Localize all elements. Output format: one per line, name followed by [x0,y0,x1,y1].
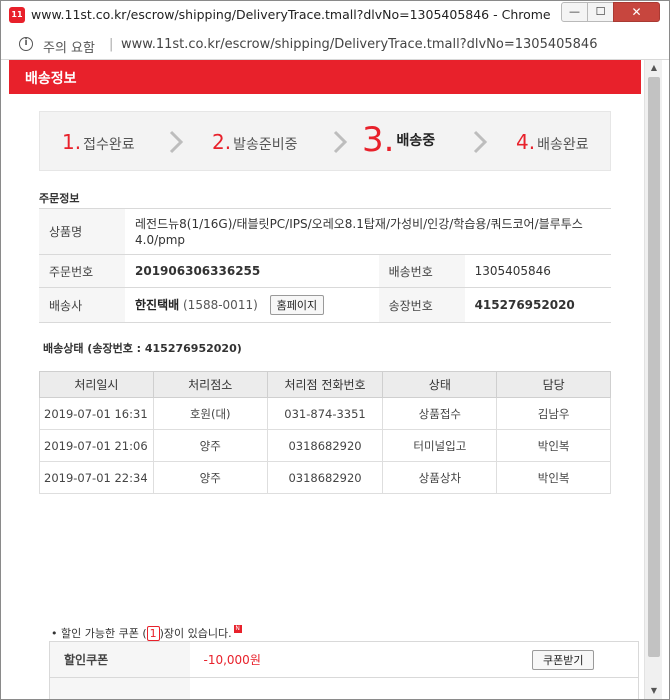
order-no-value: 201906306336255 [125,254,379,288]
step-number: 1. [62,130,82,154]
table-cell: 031-874-3351 [266,397,384,430]
maximize-button[interactable]: ☐ [587,2,614,22]
table-cell: 호원(대) [152,397,268,430]
page-content: 배송정보 1. 접수완료 2. 발송준비중 3. 배송중 4. 배송완료 주문정보 상품… [9,60,641,699]
table-row: 2019-07-01 21:06 양주 0318682920 터미널입고 박인복 [39,429,611,462]
product-value: 레전드뉴8(1/16G)/태블릿PC/IPS/오레오8.1탑재/가성비/인강/학… [125,208,611,255]
step-label: 배송중 [396,133,436,149]
step-number: 3. [362,120,395,160]
get-coupon-button[interactable]: 쿠폰받기 [532,649,595,670]
table-cell: 김남우 [496,397,611,430]
table-cell: 2019-07-01 16:31 [39,397,154,430]
step-label: 발송준비중 [233,137,298,153]
table-cell [189,677,489,699]
coupon-note-prefix: • 할인 가능한 쿠폰 ( [51,627,147,640]
table-row: 할인쿠폰 -10,000원 쿠폰받기 [49,641,639,678]
table-cell [488,677,639,699]
step-delivered: 4. 배송완료 [516,130,589,190]
order-info-table: 상품명 레전드뉴8(1/16G)/태블릿PC/IPS/오레오8.1탑재/가성비/… [39,208,611,323]
carrier-label: 배송사 [39,287,125,323]
table-cell: 0318682920 [266,429,384,462]
scroll-up-icon[interactable]: ▲ [645,60,663,76]
table-cell: 2019-07-01 22:34 [39,461,154,494]
table-row: 2019-07-01 16:31 호원(대) 031-874-3351 상품접수… [39,397,611,430]
header-bar: 배송정보 [9,60,641,94]
coupon-note-suffix: )장이 있습니다. [159,627,232,640]
table-cell: 2019-07-01 21:06 [39,429,154,462]
step-number: 4. [516,130,536,154]
title-bar: 11 www.11st.co.kr/escrow/shipping/Delive… [1,1,669,30]
scroll-down-icon[interactable]: ▼ [645,683,663,699]
minimize-button[interactable]: — [561,2,588,22]
coupon-label: 할인쿠폰 [49,641,190,678]
table-row: 배송사 한진택배 (1588-0011) 홈페이지 송장번호 415276952… [39,287,611,323]
table-cell: 양주 [152,429,268,462]
carrier-cell: 한진택배 (1588-0011) 홈페이지 [125,287,379,323]
invoice-label: 송장번호 [378,287,465,323]
info-icon[interactable]: i [19,37,33,51]
chevron-right-icon [169,130,184,154]
table-row: 주문번호 201906306336255 배송번호 1305405846 [39,254,611,288]
table-header-row: 처리일시 처리점소 처리점 전화번호 상태 담당 [39,371,611,398]
delivery-no-value: 1305405846 [464,254,611,288]
url-text[interactable]: www.11st.co.kr/escrow/shipping/DeliveryT… [121,37,597,52]
carrier-phone: (1588-0011) [183,298,258,312]
table-cell: 0318682920 [266,461,384,494]
new-badge-icon: N [233,625,242,633]
scroll-thumb[interactable] [648,77,660,657]
table-row [49,677,639,699]
carrier-name: 한진택배 [135,298,180,312]
product-label: 상품명 [39,208,125,255]
step-in-transit: 3. 배송중 [362,120,435,180]
table-row: 2019-07-01 22:34 양주 0318682920 상품상차 박인복 [39,461,611,494]
tracking-section-title: 배송상태 (송장번호 : 415276952020) [43,342,242,355]
chevron-right-icon [333,130,348,154]
column-header: 담당 [496,371,611,398]
address-bar[interactable]: i 주의 요함 | www.11st.co.kr/escrow/shipping… [1,30,669,60]
column-header: 상태 [382,371,498,398]
11st-app-icon: 11 [9,7,25,23]
step-received: 1. 접수완료 [62,130,135,190]
column-header: 처리점 전화번호 [266,371,384,398]
coupon-button-cell: 쿠폰받기 [488,641,639,678]
step-number: 2. [212,130,232,154]
coupon-note: • 할인 가능한 쿠폰 (1)장이 있습니다. N [51,625,242,641]
coupon-table: 할인쿠폰 -10,000원 쿠폰받기 [49,641,639,699]
tracking-table: 처리일시 처리점소 처리점 전화번호 상태 담당 2019-07-01 16:3… [39,371,611,494]
vertical-scrollbar[interactable]: ▲ ▼ [644,60,662,699]
order-no-label: 주문번호 [39,254,125,288]
step-label: 배송완료 [537,137,589,153]
maximize-icon: ☐ [595,5,606,18]
table-cell [49,677,190,699]
close-button[interactable]: ✕ [613,2,660,22]
coupon-amount: -10,000원 [189,641,489,678]
table-cell: 상품상차 [382,461,498,494]
delivery-steps: 1. 접수완료 2. 발송준비중 3. 배송중 4. 배송완료 [39,111,611,171]
table-cell: 박인복 [496,461,611,494]
order-section-title: 주문정보 [39,192,80,205]
step-label: 접수완료 [83,137,135,153]
chevron-right-icon [473,130,488,154]
invoice-value: 415276952020 [464,287,611,323]
column-header: 처리일시 [39,371,154,398]
page-title: 배송정보 [25,71,77,87]
coupon-count: 1 [146,626,160,641]
table-cell: 상품접수 [382,397,498,430]
browser-window: 11 www.11st.co.kr/escrow/shipping/Delive… [0,0,670,700]
column-header: 처리점소 [152,371,268,398]
close-icon: ✕ [631,5,642,19]
delivery-no-label: 배송번호 [378,254,465,288]
not-secure-label[interactable]: 주의 요함 [43,37,95,56]
table-cell: 터미널입고 [382,429,498,462]
table-row: 상품명 레전드뉴8(1/16G)/태블릿PC/IPS/오레오8.1탑재/가성비/… [39,208,611,255]
table-cell: 박인복 [496,429,611,462]
address-separator: | [109,37,114,52]
window-title: www.11st.co.kr/escrow/shipping/DeliveryT… [31,7,551,22]
table-cell: 양주 [152,461,268,494]
step-preparing: 2. 발송준비중 [212,130,298,190]
homepage-button[interactable]: 홈페이지 [269,295,325,315]
minimize-icon: — [569,5,580,18]
